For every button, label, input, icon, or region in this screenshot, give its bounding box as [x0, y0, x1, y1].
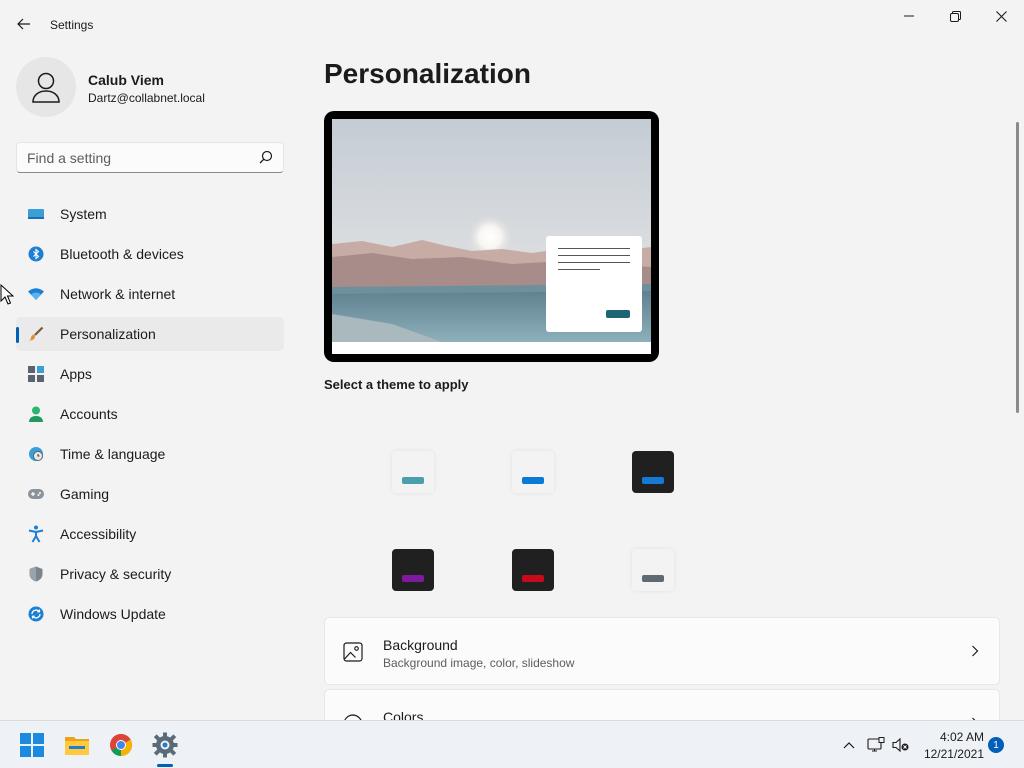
chevron-up-icon	[843, 742, 855, 749]
theme-tile-light-blue[interactable]	[512, 451, 554, 493]
start-button[interactable]	[12, 729, 52, 761]
volume-muted-icon	[892, 737, 909, 753]
title-bar: Settings	[0, 0, 1024, 48]
accessibility-icon	[27, 525, 45, 543]
card-title: Background	[383, 637, 458, 653]
back-button[interactable]	[10, 12, 38, 36]
close-button[interactable]	[978, 4, 1024, 28]
sidebar-item-label: Accounts	[60, 406, 118, 422]
preview-line	[558, 269, 600, 270]
app-title: Settings	[50, 18, 94, 32]
file-explorer-icon	[65, 737, 89, 755]
gamepad-icon	[27, 485, 45, 503]
page-title: Personalization	[324, 58, 531, 89]
search-icon[interactable]	[259, 150, 273, 169]
scrollbar-thumb[interactable]	[1016, 122, 1019, 413]
brush-icon	[27, 325, 45, 343]
taskbar-settings[interactable]	[145, 729, 185, 761]
preview-button	[606, 310, 630, 318]
preview-line	[558, 262, 630, 263]
show-hidden-icons-button[interactable]	[837, 733, 861, 757]
sidebar-item-label: Windows Update	[60, 606, 166, 622]
volume-tray-button[interactable]	[889, 733, 913, 757]
theme-section-heading: Select a theme to apply	[324, 377, 469, 392]
sidebar-item-label: Privacy & security	[60, 566, 172, 582]
active-indicator	[16, 327, 19, 343]
minimize-button[interactable]	[886, 4, 932, 28]
avatar[interactable]	[16, 57, 76, 117]
network-wired-icon	[867, 737, 885, 752]
sidebar-item-system[interactable]: System	[16, 197, 284, 231]
preview-line	[558, 255, 630, 256]
theme-accent-swatch	[642, 476, 664, 484]
preview-window	[546, 236, 642, 332]
notification-badge[interactable]: 1	[988, 737, 1004, 753]
user-name: Calub Viem	[88, 72, 164, 88]
sidebar-item-label: Accessibility	[60, 526, 137, 542]
sidebar-item-network-internet[interactable]: Network & internet	[16, 277, 284, 311]
chrome-icon	[110, 734, 132, 756]
bluetooth-icon	[27, 245, 45, 263]
theme-tile-dark-purple[interactable]	[392, 549, 434, 591]
clock-time[interactable]: 4:02 AM	[924, 730, 984, 744]
restore-button[interactable]	[932, 4, 978, 28]
active-app-indicator	[157, 764, 173, 767]
sidebar-item-label: Bluetooth & devices	[60, 246, 184, 262]
network-tray-button[interactable]	[864, 733, 888, 757]
start-icon	[20, 733, 44, 757]
sidebar-item-gaming[interactable]: Gaming	[16, 477, 284, 511]
theme-accent-swatch	[402, 574, 424, 582]
apps-icon	[27, 365, 45, 383]
sidebar-item-accessibility[interactable]: Accessibility	[16, 517, 284, 551]
taskbar-file-explorer[interactable]	[57, 729, 97, 761]
theme-accent-swatch	[642, 574, 664, 582]
sidebar-item-accounts[interactable]: Accounts	[16, 397, 284, 431]
background-settings-card[interactable]: Background Background image, color, slid…	[324, 617, 1000, 685]
minimize-icon	[904, 15, 914, 17]
restore-icon	[949, 10, 961, 22]
taskbar: 4:02 AM 12/21/2021 1	[0, 720, 1024, 768]
card-subtitle: Background image, color, slideshow	[383, 656, 575, 670]
sidebar-item-label: Apps	[60, 366, 92, 382]
sidebar-item-label: Time & language	[60, 446, 166, 462]
sidebar-item-time-language[interactable]: Time & language	[16, 437, 284, 471]
sidebar-item-label: Personalization	[60, 326, 156, 342]
wifi-icon	[27, 285, 45, 303]
image-icon	[343, 642, 363, 667]
close-icon	[995, 10, 1007, 22]
user-email: Dartz@collabnet.local	[88, 91, 205, 105]
sidebar-item-label: Network & internet	[60, 286, 176, 302]
shield-icon	[27, 565, 45, 583]
globe-clock-icon	[27, 445, 45, 463]
sidebar-item-personalization[interactable]: Personalization	[16, 317, 284, 351]
sidebar-item-label: Gaming	[60, 486, 110, 502]
sidebar-item-windows-update[interactable]: Windows Update	[16, 597, 284, 631]
theme-accent-swatch	[402, 476, 424, 484]
search-placeholder: Find a setting	[27, 150, 112, 166]
sidebar-item-apps[interactable]: Apps	[16, 357, 284, 391]
theme-tile-dark-red[interactable]	[512, 549, 554, 591]
taskbar-chrome[interactable]	[101, 729, 141, 761]
theme-tile-dark-blue[interactable]	[632, 451, 674, 493]
settings-icon	[152, 732, 178, 758]
theme-accent-swatch	[522, 476, 544, 484]
mouse-cursor-icon	[0, 283, 15, 311]
clock-date[interactable]: 12/21/2021	[914, 747, 984, 761]
update-icon	[27, 605, 45, 623]
theme-preview	[324, 111, 659, 362]
person-avatar-icon	[32, 72, 60, 103]
person-icon	[27, 405, 45, 423]
theme-tile-light-teal[interactable]	[392, 451, 434, 493]
sidebar-item-privacy-security[interactable]: Privacy & security	[16, 557, 284, 591]
chevron-right-icon	[971, 644, 979, 662]
sidebar-item-label: System	[60, 206, 107, 222]
preview-line	[558, 248, 630, 249]
back-arrow-icon	[17, 18, 30, 30]
theme-accent-swatch	[522, 574, 544, 582]
search-input[interactable]: Find a setting	[16, 142, 284, 173]
theme-tile-light-gray[interactable]	[632, 549, 674, 591]
monitor-icon	[27, 205, 45, 223]
sidebar-item-bluetooth-devices[interactable]: Bluetooth & devices	[16, 237, 284, 271]
